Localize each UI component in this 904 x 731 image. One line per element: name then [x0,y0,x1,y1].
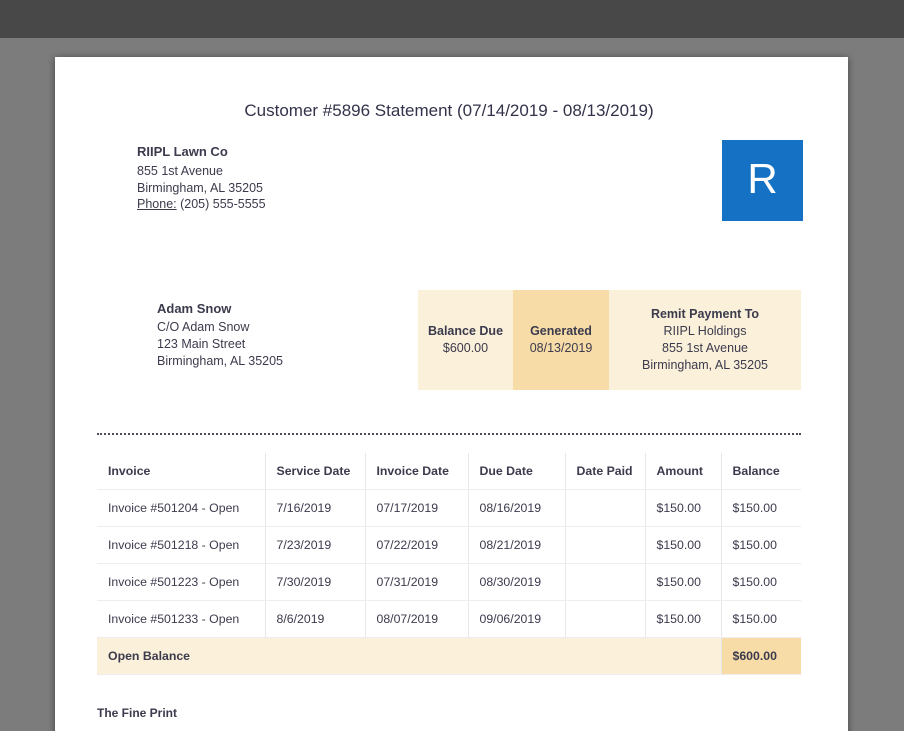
cell-due-date: 08/30/2019 [468,563,566,601]
column-header-invoice: Invoice [97,452,266,490]
cell-invoice: Invoice #501233 - Open [97,600,266,638]
remit-label: Remit Payment To [650,306,760,321]
fine-print-title: The Fine Print [97,706,178,720]
company-address-line1: 855 1st Avenue [137,164,223,178]
logo-letter: R [747,154,778,202]
cell-service-date: 7/30/2019 [265,563,366,601]
remit-line2: 855 1st Avenue [662,340,748,355]
dotted-divider [97,432,801,435]
cell-invoice-date: 07/31/2019 [365,563,469,601]
cell-invoice-date: 07/17/2019 [365,489,469,527]
cell-invoice-date: 08/07/2019 [365,600,469,638]
cell-due-date: 09/06/2019 [468,600,566,638]
company-address-line2: Birmingham, AL 35205 [137,180,264,195]
cell-balance: $150.00 [721,563,801,601]
cell-date-paid [565,489,646,527]
page-title: Customer #5896 Statement (07/14/2019 - 0… [244,101,654,120]
customer-line2: 123 Main Street [157,336,246,351]
table-row: Invoice #501233 - Open 8/6/2019 08/07/20… [97,600,801,638]
open-balance-label: Open Balance [97,637,722,675]
column-header-balance: Balance [721,452,801,490]
column-header-amount: Amount [645,452,722,490]
balance-due-cell: Balance Due $600.00 [418,290,513,390]
cell-invoice: Invoice #501223 - Open [97,563,266,601]
remit-line3: Birmingham, AL 35205 [641,357,768,372]
cell-balance: $150.00 [721,489,801,527]
generated-value: 08/13/2019 [529,340,593,355]
cell-invoice: Invoice #501204 - Open [97,489,266,527]
customer-name: Adam Snow [157,300,232,316]
cell-due-date: 08/16/2019 [468,489,566,527]
company-address-block: RIIPL Lawn Co 855 1st Avenue Birmingham,… [137,143,801,213]
company-name: RIIPL Lawn Co [137,144,228,159]
customer-address-block: Adam Snow C/O Adam Snow 123 Main Street … [157,290,283,370]
table-header-row: Invoice Service Date Invoice Date Due Da… [97,452,801,490]
cell-service-date: 8/6/2019 [265,600,366,638]
cell-date-paid [565,600,646,638]
document-viewer-background: Customer #5896 Statement (07/14/2019 - 0… [0,0,904,731]
phone-number: (205) 555-5555 [180,197,266,211]
generated-cell: Generated 08/13/2019 [513,289,609,390]
statement-summary-box: Balance Due $600.00 Generated 08/13/2019… [418,289,801,390]
phone-label: Phone: [137,197,177,211]
cell-due-date: 08/21/2019 [468,526,566,564]
table-row: Invoice #501223 - Open 7/30/2019 07/31/2… [97,563,801,601]
company-logo: R [722,140,803,221]
viewer-top-band [0,0,904,38]
invoice-table: Invoice Service Date Invoice Date Due Da… [97,452,801,675]
remit-line1: RIIPL Holdings [663,323,747,338]
cell-amount: $150.00 [645,600,722,638]
cell-amount: $150.00 [645,489,722,527]
cell-balance: $150.00 [721,526,801,564]
balance-due-value: $600.00 [442,340,489,355]
cell-date-paid [565,563,646,601]
customer-and-summary-row: Adam Snow C/O Adam Snow 123 Main Street … [97,289,801,390]
cell-invoice-date: 07/22/2019 [365,526,469,564]
column-header-date-paid: Date Paid [565,452,646,490]
cell-service-date: 7/23/2019 [265,526,366,564]
remit-payment-cell: Remit Payment To RIIPL Holdings 855 1st … [609,290,801,390]
cell-date-paid [565,526,646,564]
customer-line1: C/O Adam Snow [157,319,250,334]
table-row: Invoice #501218 - Open 7/23/2019 07/22/2… [97,526,801,564]
company-phone-line: Phone: (205) 555-5555 [137,196,801,213]
cell-invoice: Invoice #501218 - Open [97,526,266,564]
statement-page: Customer #5896 Statement (07/14/2019 - 0… [55,57,848,731]
cell-balance: $150.00 [721,600,801,638]
customer-line3: Birmingham, AL 35205 [157,353,284,368]
balance-due-label: Balance Due [427,323,504,338]
column-header-service-date: Service Date [265,452,366,490]
cell-service-date: 7/16/2019 [265,489,366,527]
open-balance-row: Open Balance $600.00 [97,637,801,675]
column-header-invoice-date: Invoice Date [365,452,469,490]
cell-amount: $150.00 [645,563,722,601]
generated-label: Generated [530,323,592,338]
cell-amount: $150.00 [645,526,722,564]
open-balance-value: $600.00 [721,637,801,675]
column-header-due-date: Due Date [468,452,566,490]
table-row: Invoice #501204 - Open 7/16/2019 07/17/2… [97,489,801,527]
